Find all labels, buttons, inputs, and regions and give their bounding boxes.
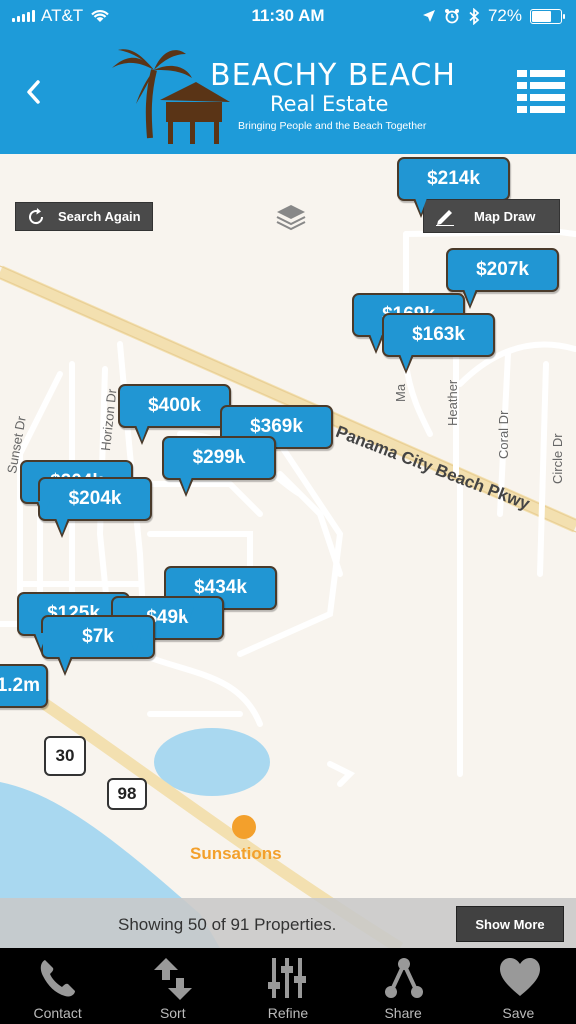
road-label-circle: Circle Dr bbox=[550, 433, 565, 484]
layers-button[interactable] bbox=[274, 202, 308, 232]
tab-share-label: Share bbox=[384, 1005, 422, 1021]
brand-title: BEACHY BEACH bbox=[210, 58, 456, 93]
map-view[interactable]: Sunset Dr Horizon Dr Ma Heather Coral Dr… bbox=[0, 154, 576, 948]
tab-save[interactable]: Save bbox=[461, 948, 576, 1024]
shopping-bag-icon[interactable] bbox=[232, 815, 256, 839]
battery-percent: 72% bbox=[487, 6, 522, 25]
heart-icon bbox=[499, 958, 540, 996]
shield-us-number: 98 bbox=[117, 784, 137, 803]
tab-refine[interactable]: Refine bbox=[230, 948, 345, 1024]
tab-refine-label: Refine bbox=[267, 1005, 309, 1021]
tab-save-label: Save bbox=[502, 1005, 535, 1021]
pencil-icon bbox=[436, 210, 454, 226]
road-label-heather: Heather bbox=[445, 379, 460, 426]
status-bar: AT&T 11:30 AM 72% bbox=[0, 0, 576, 34]
show-more-button[interactable]: Show More bbox=[456, 906, 564, 942]
tab-share[interactable]: Share bbox=[346, 948, 461, 1024]
layers-icon bbox=[276, 205, 306, 231]
list-menu-icon bbox=[517, 70, 565, 113]
share-icon bbox=[384, 958, 423, 998]
price-pin[interactable]: $214k bbox=[397, 157, 510, 218]
price-pin[interactable]: $163k bbox=[382, 313, 495, 374]
results-count-text: Showing 50 of 91 Properties. bbox=[118, 915, 337, 934]
search-again-label: Search Again bbox=[58, 209, 141, 224]
road-label-ma: Ma bbox=[393, 383, 408, 402]
sliders-icon bbox=[268, 958, 307, 998]
battery-icon bbox=[530, 8, 565, 24]
bluetooth-icon bbox=[469, 7, 480, 25]
bottom-tab-bar: Contact Sort Refine Share Save bbox=[0, 948, 576, 1024]
search-again-button[interactable]: Search Again bbox=[15, 202, 153, 231]
map-draw-button[interactable]: Map Draw bbox=[423, 199, 560, 233]
back-button[interactable] bbox=[18, 72, 52, 112]
price-pin[interactable]: $207k bbox=[446, 248, 559, 309]
tab-sort-label: Sort bbox=[159, 1005, 186, 1021]
highway-shield-us: 98 bbox=[107, 778, 147, 810]
poi-label[interactable]: Sunsations bbox=[190, 844, 282, 864]
price-pin[interactable]: $299k bbox=[162, 436, 276, 497]
tab-sort[interactable]: Sort bbox=[115, 948, 230, 1024]
battery-level bbox=[532, 10, 551, 22]
tab-contact-label: Contact bbox=[33, 1005, 82, 1021]
brand-subtitle: Real Estate bbox=[270, 92, 389, 116]
refresh-icon bbox=[29, 207, 44, 224]
sort-arrows-icon bbox=[154, 958, 193, 1000]
price-pin[interactable]: $1.2m bbox=[0, 664, 48, 708]
price-pin[interactable]: $400k bbox=[118, 384, 231, 445]
brand-tagline: Bringing People and the Beach Together bbox=[238, 120, 427, 132]
brand-logo: BEACHY BEACH Real Estate Bringing People… bbox=[110, 44, 470, 148]
chevron-left-icon bbox=[27, 80, 40, 104]
price-pin[interactable]: $204k bbox=[38, 477, 152, 538]
menu-button[interactable] bbox=[516, 68, 566, 116]
road-label-coral: Coral Dr bbox=[496, 410, 511, 459]
shield-state-number: 30 bbox=[55, 746, 75, 765]
alarm-icon bbox=[444, 9, 459, 24]
highway-shield-state: 30 bbox=[44, 736, 86, 776]
map-draw-label: Map Draw bbox=[474, 208, 536, 224]
location-arrow-icon bbox=[422, 10, 435, 22]
phone-icon bbox=[40, 960, 75, 997]
tab-contact[interactable]: Contact bbox=[0, 948, 115, 1024]
app-header: AT&T 11:30 AM 72% BEACHY BEACH Real Esta… bbox=[0, 0, 576, 154]
